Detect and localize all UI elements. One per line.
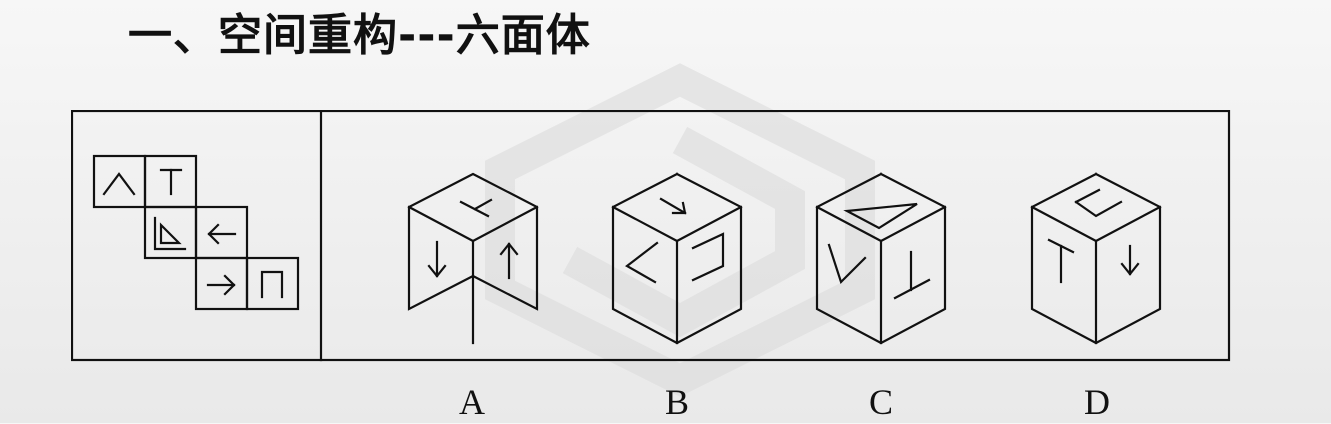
option-label-d[interactable]: D bbox=[1067, 380, 1127, 424]
page-title: 一、空间重构---六面体 bbox=[128, 10, 591, 61]
option-label-c[interactable]: C bbox=[851, 380, 911, 424]
cube-option-d bbox=[1030, 172, 1162, 345]
cube-net bbox=[92, 154, 300, 311]
option-label-a[interactable]: A bbox=[442, 380, 502, 424]
net-triangle-symbol bbox=[159, 222, 182, 245]
cube-option-c bbox=[815, 172, 947, 345]
net-caret-symbol bbox=[102, 172, 136, 196]
option-label-b[interactable]: B bbox=[647, 380, 707, 424]
cube-option-b bbox=[611, 172, 743, 345]
cube-option-a bbox=[407, 172, 539, 345]
net-pi-symbol bbox=[260, 270, 284, 299]
puzzle-figure bbox=[71, 110, 1231, 362]
